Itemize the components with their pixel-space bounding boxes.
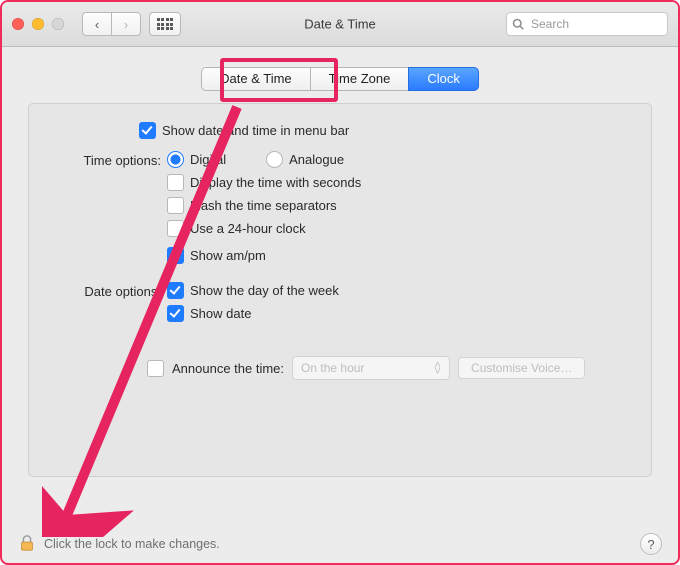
flash-separators-checkbox[interactable] [167, 197, 184, 214]
chevron-left-icon: ‹ [95, 17, 99, 32]
show-date-label: Show date [190, 306, 251, 321]
minimize-window-button[interactable] [32, 18, 44, 30]
help-button[interactable]: ? [640, 533, 662, 555]
close-window-button[interactable] [12, 18, 24, 30]
settings-panel: Show date and time in menu bar Time opti… [28, 103, 652, 477]
footer: Click the lock to make changes. ? [2, 525, 678, 563]
search-field-wrap [506, 12, 668, 36]
window-title: Date & Time [304, 17, 376, 32]
toolbar: ‹ › Date & Time [2, 2, 678, 47]
announce-interval-value: On the hour [301, 361, 364, 375]
flash-separators-label: Flash the time separators [190, 198, 337, 213]
time-format-analogue-label: Analogue [289, 152, 344, 167]
zoom-window-button [52, 18, 64, 30]
time-format-digital-label: Digital [190, 152, 226, 167]
time-format-digital-radio[interactable] [167, 151, 184, 168]
forward-button: › [111, 12, 141, 36]
show-all-prefs-button[interactable] [149, 12, 181, 36]
chevron-up-down-icon: ˄˅ [434, 362, 441, 374]
announce-interval-select: On the hour ˄˅ [292, 356, 450, 380]
display-seconds-label: Display the time with seconds [190, 175, 361, 190]
window-controls [12, 18, 64, 30]
tab-time-zone[interactable]: Time Zone [310, 67, 410, 91]
lock-hint-text: Click the lock to make changes. [44, 537, 220, 551]
time-format-analogue-radio[interactable] [266, 151, 283, 168]
show-ampm-checkbox[interactable] [167, 247, 184, 264]
time-options-label: Time options: [49, 151, 167, 168]
use-24h-checkbox[interactable] [167, 220, 184, 237]
lock-icon[interactable] [18, 534, 36, 555]
search-input[interactable] [506, 12, 668, 36]
announce-time-label: Announce the time: [172, 361, 284, 376]
display-seconds-checkbox[interactable] [167, 174, 184, 191]
back-button[interactable]: ‹ [82, 12, 111, 36]
tab-clock[interactable]: Clock [408, 67, 479, 91]
customise-voice-button: Customise Voice… [458, 357, 585, 379]
show-date-checkbox[interactable] [167, 305, 184, 322]
date-options-label: Date options: [49, 282, 167, 299]
tabs: Date & Time Time Zone Clock [2, 67, 678, 91]
show-in-menubar-checkbox[interactable] [139, 122, 156, 139]
chevron-right-icon: › [124, 17, 128, 32]
grid-icon [157, 18, 174, 30]
search-icon [512, 18, 524, 30]
announce-time-checkbox[interactable] [147, 360, 164, 377]
show-day-of-week-label: Show the day of the week [190, 283, 339, 298]
show-day-of-week-checkbox[interactable] [167, 282, 184, 299]
show-in-menubar-label: Show date and time in menu bar [162, 123, 349, 138]
nav-buttons: ‹ › [82, 12, 141, 36]
content-area: Date & Time Time Zone Clock Show date an… [2, 47, 678, 525]
tab-date-time[interactable]: Date & Time [201, 67, 311, 91]
show-ampm-label: Show am/pm [190, 248, 266, 263]
use-24h-label: Use a 24-hour clock [190, 221, 306, 236]
preferences-window: ‹ › Date & Time Date & Time Time Zone [0, 0, 680, 565]
